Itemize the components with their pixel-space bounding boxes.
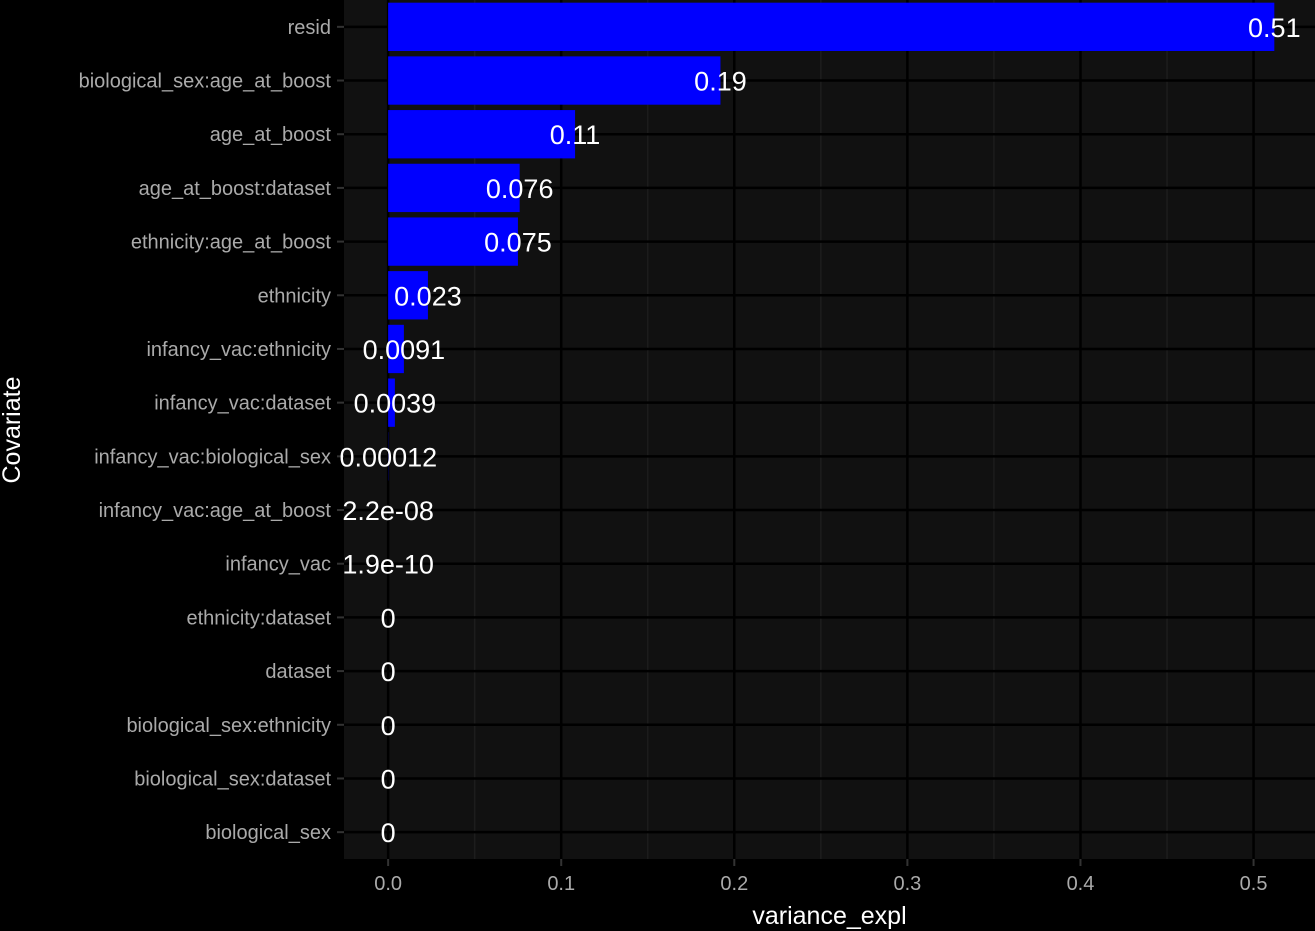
x-tick-label: 0.2 xyxy=(720,873,748,895)
bar xyxy=(388,2,1275,52)
chart-container: resid biological_sex:age_at_boost age_at_b… xyxy=(0,0,1315,931)
data-label: 2.2e-08 xyxy=(342,496,434,526)
y-tick-label: age_at_boost:dataset xyxy=(139,178,332,200)
data-label: 0.076 xyxy=(486,174,554,204)
bar xyxy=(388,110,576,159)
y-tick-label: infancy_vac xyxy=(225,554,331,576)
data-label: 0 xyxy=(381,818,396,848)
y-axis-title: Covariate xyxy=(0,377,26,484)
y-tick-label: biological_sex:dataset xyxy=(134,768,331,790)
data-label: 0.0039 xyxy=(354,389,437,419)
y-tick-label: biological_sex xyxy=(205,822,331,844)
y-tick-label: infancy_vac:biological_sex xyxy=(94,446,331,468)
data-label: 0.075 xyxy=(484,228,552,258)
y-tick-label: biological_sex:age_at_boost xyxy=(79,71,332,93)
bar xyxy=(388,56,721,105)
x-tick-label: 0.1 xyxy=(547,873,575,895)
data-label: 0.11 xyxy=(550,120,601,150)
y-tick-label: ethnicity xyxy=(258,285,331,307)
data-label: 1.9e-10 xyxy=(342,550,434,580)
y-tick-label: infancy_vac:ethnicity xyxy=(146,339,331,361)
data-label: 0 xyxy=(381,657,396,687)
y-tick-label: age_at_boost xyxy=(210,124,332,146)
x-axis-title: variance_expl xyxy=(752,902,906,930)
x-tick-label: 0.0 xyxy=(374,873,402,895)
y-tick-label: ethnicity:dataset xyxy=(186,607,331,629)
y-tick-label: infancy_vac:dataset xyxy=(154,393,331,415)
x-tick-label: 0.5 xyxy=(1240,873,1268,895)
x-tick-label: 0.3 xyxy=(893,873,921,895)
bar-chart: resid biological_sex:age_at_boost age_at_b… xyxy=(0,0,1315,931)
data-label: 0.19 xyxy=(694,67,747,97)
data-label: 0 xyxy=(381,603,396,633)
y-tick-label: dataset xyxy=(265,661,331,683)
data-label: 0.023 xyxy=(394,281,462,311)
y-tick-label: resid xyxy=(288,17,331,39)
data-label: 0.0091 xyxy=(363,335,446,365)
y-tick-label: ethnicity:age_at_boost xyxy=(131,232,332,254)
data-label: 0 xyxy=(381,711,396,741)
data-label: 0.51 xyxy=(1248,13,1301,43)
x-tick-label: 0.4 xyxy=(1067,873,1095,895)
data-label: 0 xyxy=(381,764,396,794)
y-tick-label: biological_sex:ethnicity xyxy=(126,715,331,737)
y-tick-label: infancy_vac:age_at_boost xyxy=(99,500,332,522)
data-label: 0.00012 xyxy=(340,442,438,472)
